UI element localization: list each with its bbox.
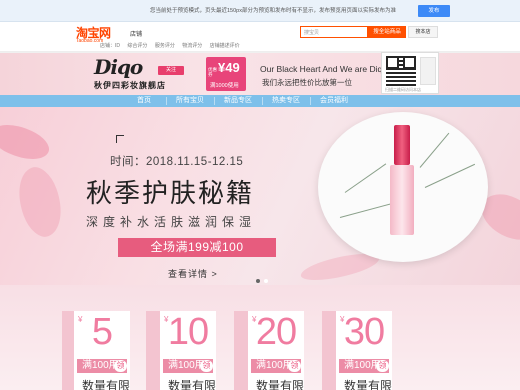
nav-home[interactable]: 首页 — [124, 95, 164, 107]
coupon-card-20[interactable]: 20 ¥ 满100用 领 数量有限 — [248, 311, 304, 390]
claim-coupon-button[interactable]: 领 — [288, 360, 301, 372]
preview-notice-bar: 您当前处于预览模式，页头最近150px部分为预览和发布时有不显示，发布预览用页面… — [0, 0, 520, 22]
search-all-button[interactable]: 搜全站商品 — [368, 26, 406, 38]
bottle-cap — [394, 125, 410, 165]
product-bottle-image — [390, 125, 414, 235]
coupon-currency: ¥ — [340, 315, 345, 324]
view-details-link[interactable]: 查看详情 > — [168, 267, 218, 280]
coupon-currency: ¥ — [164, 315, 169, 324]
shop-rating-row: 店铺：ID 综合评分 服务评分 物流评分 店铺描述评价 — [100, 42, 246, 49]
shop-banner: Diqo 秋伊四彩妆旗舰店 关注 优惠券 ¥49 满1000使用 Our Bla… — [0, 53, 520, 95]
nav-member-benefits[interactable]: 会员福利 — [312, 95, 356, 107]
nav-divider — [310, 97, 311, 105]
coupon-card-5[interactable]: 5 ¥ 满100用 领 数量有限 — [74, 311, 130, 390]
search-input[interactable]: 搜宝贝 — [300, 26, 368, 38]
coupon-limit: 数量有限 — [82, 379, 131, 390]
coupon-shadow — [234, 311, 248, 390]
shop-id-label[interactable]: 店铺：ID — [100, 43, 120, 49]
coupon-currency: ¥ — [252, 315, 257, 324]
slogan-chinese: 我们永远把性价比放第一位 — [262, 78, 352, 87]
coupon-limit: 数量有限 — [256, 379, 305, 390]
nav-new-arrivals[interactable]: 新品专区 — [216, 95, 260, 107]
coupon-section: 5 ¥ 满100用 领 数量有限 10 ¥ 满100用 领 数量有限 20 ¥ … — [0, 285, 520, 390]
corner-mark — [116, 135, 124, 143]
coupon-limit: 数量有限 — [344, 379, 393, 390]
promo-subtitle: 深度补水活肤滋润保湿 — [86, 215, 257, 229]
coupon-card-10[interactable]: 10 ¥ 满100用 领 数量有限 — [160, 311, 216, 390]
search-shop-button[interactable]: 搜本店 — [408, 26, 438, 38]
nav-hot-sales[interactable]: 热卖专区 — [264, 95, 308, 107]
coupon-card-30[interactable]: 30 ¥ 满100用 领 数量有限 — [336, 311, 392, 390]
qr-code-icon — [386, 56, 416, 86]
taobao-header: 淘宝网 Taobao.com 店铺 搜宝贝 搜全站商品 搜本店 店铺：ID 综合… — [0, 22, 520, 52]
coupon-condition: 满1000使用 — [210, 83, 239, 89]
shop-nav-bar: 首页 所有宝贝 新品专区 热卖专区 会员福利 — [0, 95, 520, 107]
preview-notice-text: 您当前处于预览模式，页头最近150px部分为预览和发布时有不显示，发布预览用页面… — [150, 8, 396, 14]
nav-all-products[interactable]: 所有宝贝 — [168, 95, 212, 107]
coupon-shadow — [146, 311, 160, 390]
shop-name: 秋伊四彩妆旗舰店 — [94, 81, 166, 90]
nav-divider — [166, 97, 167, 105]
petal-decoration — [9, 162, 71, 242]
qr-code-panel: 扫描二维码访问本店 — [381, 52, 439, 94]
rating-logistics: 物流评分 — [182, 43, 203, 49]
bottle-body — [390, 165, 414, 235]
shop-label: 店铺 — [130, 32, 143, 38]
rating-description: 店铺描述评价 — [209, 43, 240, 49]
promo-title: 秋季护肤秘籍 — [86, 179, 255, 209]
claim-coupon-button[interactable]: 领 — [376, 360, 389, 372]
qr-caption: 扫描二维码访问本店 — [385, 87, 421, 92]
hero-banner[interactable]: 时间：2018.11.15-12.15 秋季护肤秘籍 深度补水活肤滋润保湿 全场… — [0, 107, 520, 285]
nav-divider — [214, 97, 215, 105]
publish-button[interactable]: 发布 — [418, 5, 450, 17]
claim-coupon-button[interactable]: 领 — [114, 360, 127, 372]
coupon-limit: 数量有限 — [168, 379, 217, 390]
coupon-shadow — [322, 311, 336, 390]
follow-button[interactable]: 关注 — [158, 66, 184, 75]
promo-time: 时间：2018.11.15-12.15 — [110, 156, 244, 168]
brand-logo[interactable]: Diqo — [94, 55, 143, 79]
claim-coupon-button[interactable]: 领 — [200, 360, 213, 372]
promo-deal-badge: 全场满199减100 — [118, 238, 276, 257]
banner-coupon[interactable]: 优惠券 ¥49 满1000使用 — [206, 57, 246, 91]
carousel-dot[interactable] — [264, 279, 268, 283]
carousel-dot-active[interactable] — [256, 279, 260, 283]
search-placeholder: 搜宝贝 — [304, 30, 320, 36]
rating-overall: 综合评分 — [127, 43, 148, 49]
phone-preview-icon — [420, 57, 436, 85]
rating-service: 服务评分 — [154, 43, 175, 49]
petal-decoration — [0, 115, 54, 169]
slogan-english: Our Black Heart And We are Diqo — [260, 64, 387, 74]
coupon-value: ¥49 — [218, 60, 240, 75]
coupon-currency: ¥ — [78, 315, 83, 324]
nav-divider — [262, 97, 263, 105]
